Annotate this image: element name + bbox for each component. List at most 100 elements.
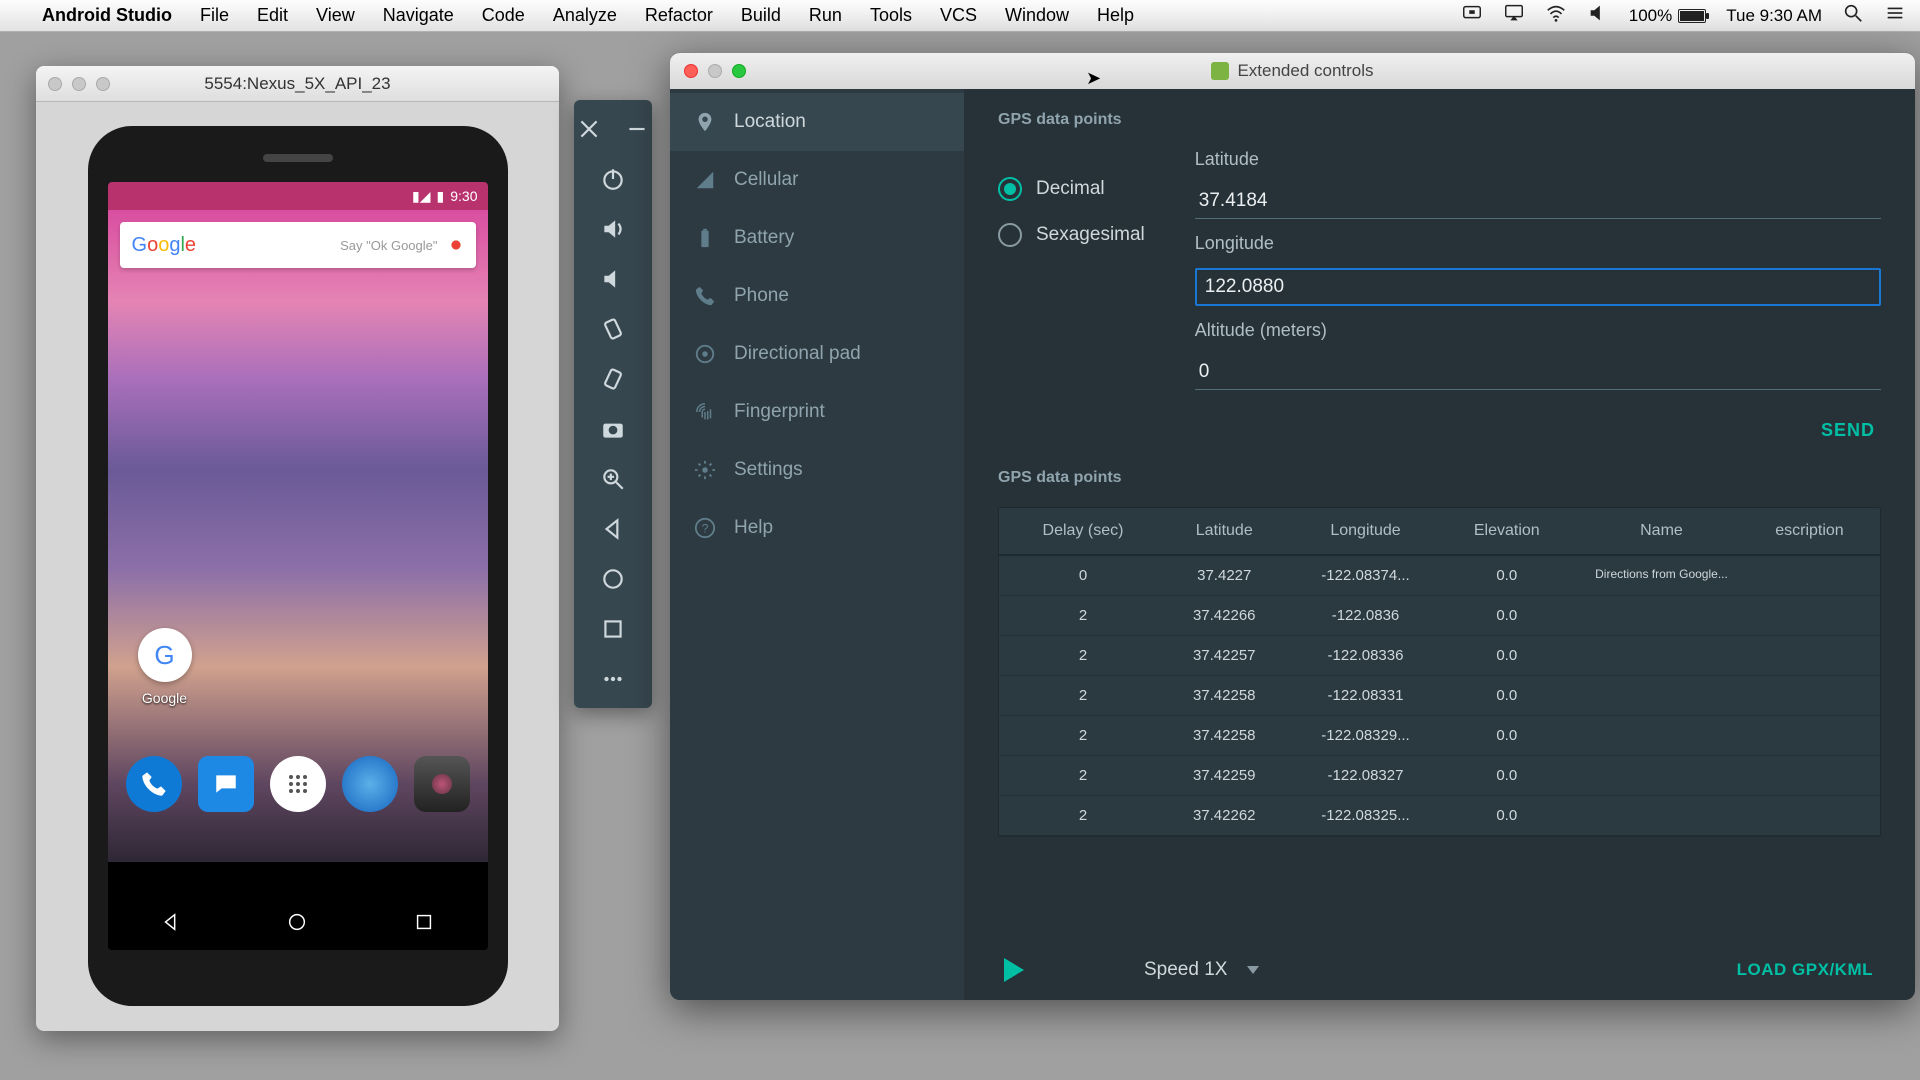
category-battery[interactable]: Battery: [670, 209, 964, 267]
toolbar-power-icon[interactable]: [598, 164, 628, 194]
app-name[interactable]: Android Studio: [42, 5, 172, 26]
load-gpx-button[interactable]: LOAD GPX/KML: [1737, 960, 1873, 980]
speed-label: Speed 1X: [1144, 959, 1227, 981]
spotlight-icon[interactable]: [1842, 2, 1864, 29]
menu-refactor[interactable]: Refactor: [645, 5, 713, 26]
longitude-label: Longitude: [1195, 233, 1881, 254]
volume-icon[interactable]: [1587, 2, 1609, 29]
android-navbar: [108, 894, 488, 950]
col-desc: escription: [1749, 522, 1870, 540]
google-search-bar[interactable]: Google Say "Ok Google": [120, 222, 476, 268]
toolbar-overview-icon[interactable]: [598, 614, 628, 644]
phone-speaker: [263, 154, 333, 162]
menu-help[interactable]: Help: [1097, 5, 1134, 26]
radio-sexagesimal[interactable]: Sexagesimal: [998, 223, 1145, 247]
toolbar-rotate-left-icon[interactable]: [598, 314, 628, 344]
category-help[interactable]: ?Help: [670, 499, 964, 557]
camera-app-icon[interactable]: [414, 756, 470, 812]
dock: [108, 746, 488, 822]
menubar-clock[interactable]: Tue 9:30 AM: [1726, 6, 1822, 26]
messages-app-icon[interactable]: [198, 756, 254, 812]
menu-navigate[interactable]: Navigate: [383, 5, 454, 26]
table-row[interactable]: 037.4227-122.08374...0.0Directions from …: [999, 556, 1880, 596]
nav-back-icon[interactable]: [160, 911, 182, 933]
category-fingerprint[interactable]: Fingerprint: [670, 383, 964, 441]
table-row[interactable]: 237.42262-122.08325...0.0: [999, 796, 1880, 836]
menu-window[interactable]: Window: [1005, 5, 1069, 26]
play-button[interactable]: [1004, 958, 1024, 982]
screencast-icon[interactable]: [1461, 2, 1483, 29]
extended-controls-window: Extended controls Location Cellular Batt…: [670, 52, 1915, 1000]
browser-app-icon[interactable]: [342, 756, 398, 812]
menu-tools[interactable]: Tools: [870, 5, 912, 26]
home-wallpaper: Google Say "Ok Google" G Google: [108, 210, 488, 862]
notification-center-icon[interactable]: [1884, 2, 1906, 29]
battery-indicator[interactable]: 100%: [1629, 6, 1706, 26]
emulator-title: 5554:Nexus_5X_API_23: [36, 74, 559, 94]
category-cellular[interactable]: Cellular: [670, 151, 964, 209]
category-dpad[interactable]: Directional pad: [670, 325, 964, 383]
table-row[interactable]: 237.42257-122.083360.0: [999, 636, 1880, 676]
category-label: Cellular: [734, 169, 798, 191]
menu-analyze[interactable]: Analyze: [553, 5, 617, 26]
menu-vcs[interactable]: VCS: [940, 5, 977, 26]
toolbar-minimize-icon[interactable]: [622, 114, 652, 144]
extended-title: Extended controls: [1237, 61, 1373, 81]
emulator-titlebar[interactable]: 5554:Nexus_5X_API_23: [36, 66, 559, 102]
speed-select[interactable]: Speed 1X: [1144, 959, 1259, 981]
phone-frame: ▮◢ ▮ 9:30 Google Say "Ok Google" G Googl…: [88, 126, 508, 1006]
altitude-label: Altitude (meters): [1195, 320, 1881, 341]
toolbar-volume-up-icon[interactable]: [598, 214, 628, 244]
col-lon: Longitude: [1292, 522, 1440, 540]
extended-titlebar[interactable]: Extended controls: [670, 53, 1915, 89]
toolbar-screenshot-icon[interactable]: [598, 414, 628, 444]
menu-file[interactable]: File: [200, 5, 229, 26]
table-row[interactable]: 237.42258-122.08329...0.0: [999, 716, 1880, 756]
radio-decimal[interactable]: Decimal: [998, 177, 1145, 201]
battery-percent: 100%: [1629, 6, 1672, 26]
send-button[interactable]: SEND: [1821, 420, 1875, 441]
section-title-2: GPS data points: [998, 469, 1881, 487]
menu-build[interactable]: Build: [741, 5, 781, 26]
mac-menubar: Android Studio File Edit View Navigate C…: [0, 0, 1920, 32]
table-row[interactable]: 237.42259-122.083270.0: [999, 756, 1880, 796]
svg-text:?: ?: [702, 522, 709, 536]
nav-home-icon[interactable]: [286, 911, 308, 933]
wifi-icon[interactable]: [1545, 2, 1567, 29]
toolbar-home-icon[interactable]: [598, 564, 628, 594]
latitude-input[interactable]: [1195, 184, 1881, 219]
category-settings[interactable]: Settings: [670, 441, 964, 499]
menu-edit[interactable]: Edit: [257, 5, 288, 26]
menu-code[interactable]: Code: [482, 5, 525, 26]
category-label: Directional pad: [734, 343, 861, 365]
toolbar-zoom-icon[interactable]: [598, 464, 628, 494]
longitude-input[interactable]: [1195, 268, 1881, 306]
menu-run[interactable]: Run: [809, 5, 842, 26]
google-app-icon[interactable]: G: [138, 628, 192, 682]
phone-screen[interactable]: ▮◢ ▮ 9:30 Google Say "Ok Google" G Googl…: [108, 182, 488, 950]
category-label: Settings: [734, 459, 803, 481]
emulator-window: 5554:Nexus_5X_API_23 ▮◢ ▮ 9:30 Google Sa…: [36, 66, 559, 1031]
phone-app-icon[interactable]: [126, 756, 182, 812]
toolbar-rotate-right-icon[interactable]: [598, 364, 628, 394]
battery-icon: ▮: [437, 188, 445, 205]
table-header: Delay (sec) Latitude Longitude Elevation…: [999, 508, 1880, 556]
mic-icon[interactable]: [448, 237, 464, 253]
col-elev: Elevation: [1440, 522, 1575, 540]
category-label: Battery: [734, 227, 794, 249]
altitude-input[interactable]: [1195, 355, 1881, 390]
status-time: 9:30: [450, 188, 477, 204]
toolbar-more-icon[interactable]: [598, 664, 628, 694]
table-row[interactable]: 237.42258-122.083310.0: [999, 676, 1880, 716]
category-location[interactable]: Location: [670, 93, 964, 151]
toolbar-back-icon[interactable]: [598, 514, 628, 544]
airplay-icon[interactable]: [1503, 2, 1525, 29]
toolbar-close-icon[interactable]: [574, 114, 604, 144]
category-phone[interactable]: Phone: [670, 267, 964, 325]
nav-recent-icon[interactable]: [413, 911, 435, 933]
apps-drawer-icon[interactable]: [270, 756, 326, 812]
col-lat: Latitude: [1157, 522, 1292, 540]
table-row[interactable]: 237.42266-122.08360.0: [999, 596, 1880, 636]
menu-view[interactable]: View: [316, 5, 355, 26]
toolbar-volume-down-icon[interactable]: [598, 264, 628, 294]
